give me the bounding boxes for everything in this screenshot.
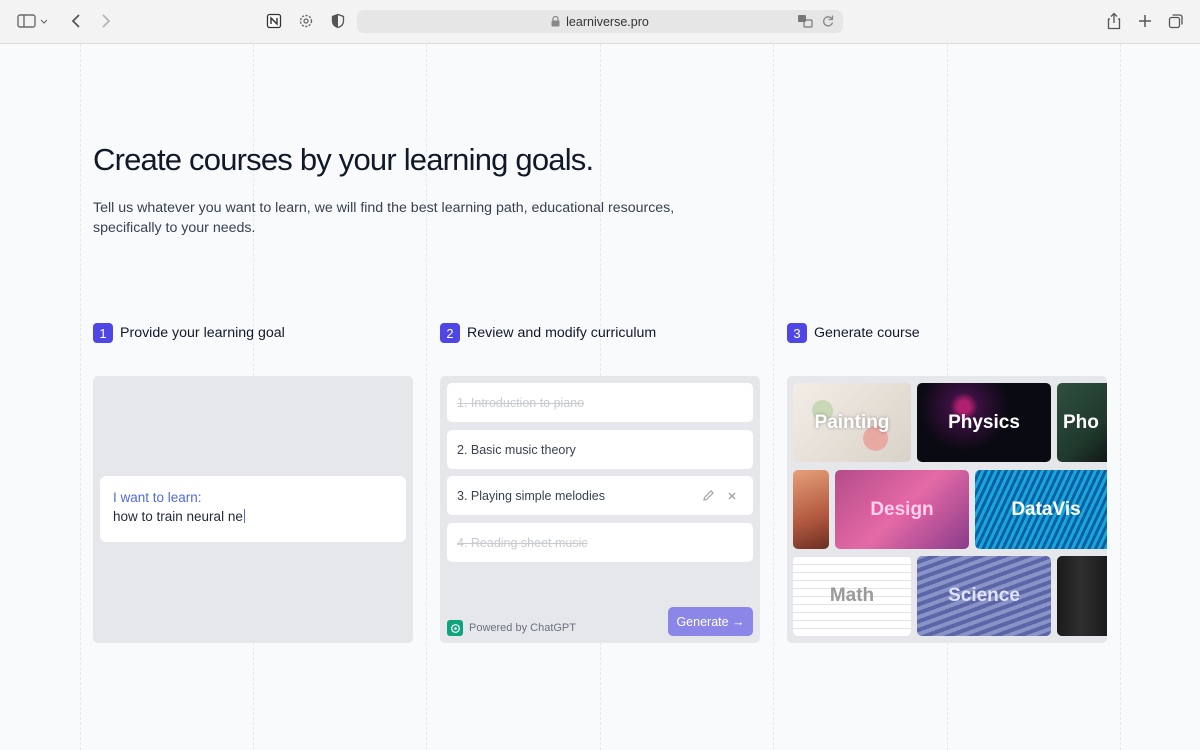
translate-icon[interactable] <box>797 13 813 29</box>
settings-extension-button[interactable] <box>296 10 316 32</box>
tab-overview-button[interactable] <box>1166 10 1186 32</box>
lock-icon <box>551 16 560 27</box>
forward-button[interactable] <box>96 10 116 32</box>
course-tile-datavis[interactable]: DataVis <box>975 470 1107 549</box>
curriculum-panel: 1. Introduction to piano 2. Basic music … <box>440 376 760 643</box>
step-1-header: 1 Provide your learning goal <box>93 323 285 343</box>
step-label: Generate course <box>814 325 920 341</box>
powered-by-text: Powered by ChatGPT <box>469 622 576 634</box>
powered-by: Powered by ChatGPT <box>447 620 576 636</box>
learning-goal-label: I want to learn: <box>113 490 202 505</box>
grid-line <box>773 44 774 750</box>
learning-goal-value: how to train neural ne <box>113 509 243 524</box>
item-actions <box>702 489 737 502</box>
learning-goal-value-row: how to train neural ne <box>113 509 393 524</box>
address-bar[interactable]: learniverse.pro <box>357 10 843 33</box>
step-label: Review and modify curriculum <box>467 325 657 341</box>
course-tile-painting[interactable]: Painting <box>793 383 911 462</box>
browser-toolbar: learniverse.pro <box>0 0 1200 44</box>
course-tile-image[interactable] <box>1057 556 1107 636</box>
step-label: Provide your learning goal <box>120 325 285 341</box>
page-title: Create courses by your learning goals. <box>93 142 594 177</box>
chevron-left-icon <box>71 14 80 28</box>
curriculum-item[interactable]: 2. Basic music theory <box>447 430 753 469</box>
curriculum-item-text: 3. Playing simple melodies <box>457 488 605 503</box>
course-tile-design[interactable]: Design <box>835 470 969 549</box>
page-content: Create courses by your learning goals. T… <box>0 44 1200 750</box>
notion-extension-button[interactable] <box>264 10 284 32</box>
chevron-right-icon <box>102 14 111 28</box>
curriculum-item-text: 2. Basic music theory <box>457 442 576 457</box>
generate-button[interactable]: Generate → <box>668 607 753 636</box>
generated-courses-panel: Painting Physics Pho Design DataVis Math… <box>787 376 1107 643</box>
course-tile-image[interactable] <box>793 470 829 549</box>
sidebar-toggle-button[interactable] <box>15 10 49 32</box>
curriculum-item[interactable]: 3. Playing simple melodies <box>447 476 753 515</box>
grid-line <box>1120 44 1121 750</box>
url-text: learniverse.pro <box>566 14 649 29</box>
curriculum-item[interactable]: 4. Reading sheet music <box>447 523 753 562</box>
curriculum-item[interactable]: 1. Introduction to piano <box>447 383 753 422</box>
sidebar-icon <box>17 14 47 28</box>
close-icon[interactable] <box>727 491 737 501</box>
course-tile-math[interactable]: Math <box>793 556 911 636</box>
new-tab-button[interactable] <box>1135 10 1155 32</box>
reload-icon[interactable] <box>821 13 835 29</box>
page-subtitle: Tell us whatever you want to learn, we w… <box>93 200 675 236</box>
text-cursor <box>243 509 245 523</box>
step-number-badge: 1 <box>93 323 113 343</box>
notion-icon <box>266 13 282 29</box>
step-2-header: 2 Review and modify curriculum <box>440 323 656 343</box>
course-tile-science[interactable]: Science <box>917 556 1051 636</box>
step-number-badge: 2 <box>440 323 460 343</box>
step-number-badge: 3 <box>787 323 807 343</box>
step-3-header: 3 Generate course <box>787 323 920 343</box>
share-icon <box>1107 12 1121 30</box>
course-tile-physics[interactable]: Physics <box>917 383 1051 462</box>
gear-icon <box>299 14 313 28</box>
chatgpt-logo-icon <box>447 620 463 636</box>
back-button[interactable] <box>66 10 86 32</box>
pencil-icon[interactable] <box>702 489 715 502</box>
learning-goal-panel: I want to learn: how to train neural ne <box>93 376 413 643</box>
share-button[interactable] <box>1104 10 1124 32</box>
grid-line <box>80 44 81 750</box>
plus-icon <box>1139 15 1151 27</box>
curriculum-item-text: 1. Introduction to piano <box>457 395 585 410</box>
privacy-extension-button[interactable] <box>328 10 348 32</box>
learning-goal-input[interactable]: I want to learn: how to train neural ne <box>100 476 406 542</box>
tabs-icon <box>1168 14 1183 29</box>
shield-icon <box>331 13 345 29</box>
curriculum-item-text: 4. Reading sheet music <box>457 535 588 550</box>
course-tile-photography[interactable]: Pho <box>1057 383 1107 462</box>
